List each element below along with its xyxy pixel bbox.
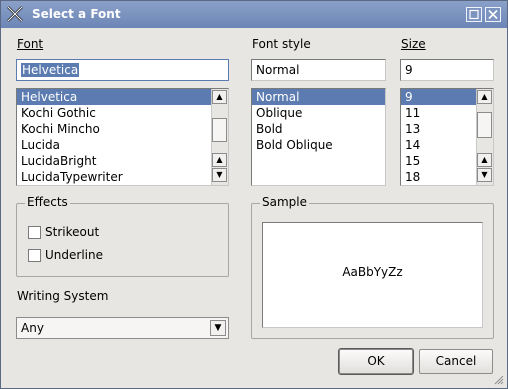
font-list-scrollbar[interactable]: ▲ ▲ ▼ <box>211 89 228 185</box>
font-name-input[interactable]: Helvetica <box>16 59 229 81</box>
arrow-down-icon: ▼ <box>216 170 223 179</box>
writing-system-label: Writing System <box>17 289 109 303</box>
list-item[interactable]: Helvetica <box>17 89 228 105</box>
strikeout-label[interactable]: Strikeout <box>45 225 99 239</box>
arrow-up-icon: ▲ <box>481 155 488 164</box>
scroll-up-button[interactable]: ▲ <box>477 153 492 167</box>
arrow-up-icon: ▲ <box>216 155 223 164</box>
list-item[interactable]: Normal <box>252 89 385 105</box>
maximize-icon <box>469 9 479 20</box>
scroll-up-button[interactable]: ▲ <box>212 90 227 104</box>
strikeout-checkbox[interactable] <box>28 226 41 239</box>
font-list[interactable]: Helvetica Kochi Gothic Kochi Mincho Luci… <box>16 88 229 186</box>
font-style-list[interactable]: Normal Oblique Bold Bold Oblique <box>251 88 386 186</box>
chevron-down-icon[interactable]: ▼ <box>210 320 226 336</box>
sample-title: Sample <box>260 195 309 209</box>
arrow-up-icon: ▲ <box>216 92 223 101</box>
scroll-up-button[interactable]: ▲ <box>477 90 492 104</box>
close-button[interactable] <box>485 7 501 22</box>
size-list[interactable]: 9 11 13 14 15 18 ▲ ▲ ▼ <box>400 88 494 186</box>
font-style-label: Font style <box>252 37 311 51</box>
font-dialog-window: Select a Font Font Font style Size Helve… <box>0 0 508 389</box>
underline-label[interactable]: Underline <box>45 248 103 262</box>
list-item[interactable]: Bold Oblique <box>252 137 385 153</box>
size-label: Size <box>401 37 426 51</box>
ok-button[interactable]: OK <box>338 348 414 375</box>
list-item[interactable]: LucidaBright <box>17 153 228 169</box>
scroll-up-button[interactable]: ▲ <box>212 153 227 167</box>
list-item[interactable]: Lucida <box>17 137 228 153</box>
cancel-button[interactable]: Cancel <box>419 349 493 374</box>
size-list-scrollbar[interactable]: ▲ ▲ ▼ <box>476 89 493 185</box>
scroll-down-button[interactable]: ▼ <box>212 168 227 182</box>
arrow-down-icon: ▼ <box>481 170 488 179</box>
maximize-button[interactable] <box>466 7 482 22</box>
list-item[interactable]: LucidaTypewriter <box>17 169 228 185</box>
sample-text: AaBbYyZz <box>342 265 403 279</box>
font-label: Font <box>17 37 44 51</box>
writing-system-value: Any <box>21 321 44 335</box>
list-item[interactable]: Bold <box>252 121 385 137</box>
window-title: Select a Font <box>32 7 121 21</box>
list-item[interactable]: Kochi Gothic <box>17 105 228 121</box>
scroll-thumb[interactable] <box>212 118 227 142</box>
effects-title: Effects <box>25 195 70 209</box>
font-name-value: Helvetica <box>21 63 80 77</box>
list-item[interactable]: Kochi Mincho <box>17 121 228 137</box>
sample-preview: AaBbYyZz <box>262 222 483 328</box>
scroll-thumb[interactable] <box>477 112 492 138</box>
font-style-input[interactable]: Normal <box>251 59 386 81</box>
underline-checkbox[interactable] <box>28 249 41 262</box>
resize-grip-icon[interactable] <box>494 375 504 385</box>
title-bar[interactable]: Select a Font <box>1 1 507 28</box>
scroll-down-button[interactable]: ▼ <box>477 168 492 182</box>
writing-system-select[interactable]: Any ▼ <box>16 317 229 339</box>
list-item[interactable]: Oblique <box>252 105 385 121</box>
effects-group: Effects <box>16 195 229 277</box>
app-x-icon <box>7 6 23 22</box>
arrow-up-icon: ▲ <box>481 92 488 101</box>
size-input[interactable]: 9 <box>400 59 494 81</box>
close-icon <box>488 9 498 20</box>
